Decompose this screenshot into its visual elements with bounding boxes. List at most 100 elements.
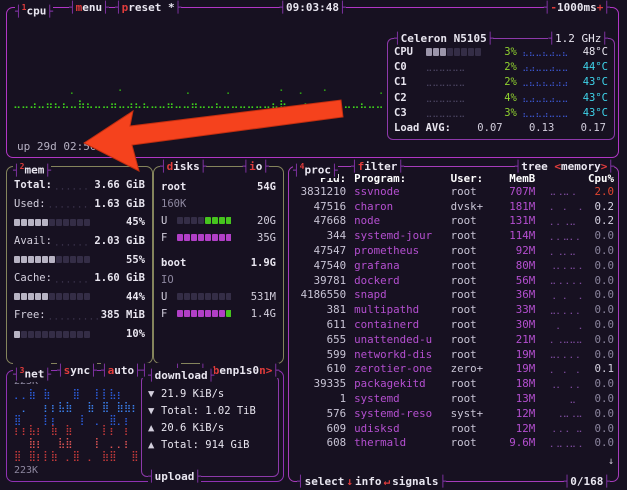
- process-row[interactable]: 344systemd-jour⡀⡀⡀⡀⡀⡀⡀⡀⡀⡀⡀⡀⡀⡀⡀⡀⡀⡀⡀⡀⡀⡀⡀⡀⡀…: [293, 228, 614, 243]
- cpu-graph-line-dense: ⣀⣀⣠⣀⣤⣄⣄⣀⣦⣄⣀⣀⣤⣀⣠⣄⣄⣀⣀⣤⣀⣀⣤⣀⣀⣄⣀⣀⣀⣀⣀⣀⣄⣦⣀⣀⣄⣤⣀⣀…: [13, 96, 385, 109]
- core-name: C3: [394, 106, 407, 119]
- footer-info-action[interactable]: info: [355, 475, 382, 488]
- meter-segment: [191, 234, 197, 241]
- footer-signals-action[interactable]: signals: [392, 475, 438, 488]
- mem-stat-percent: 44%: [126, 290, 145, 303]
- process-row[interactable]: 611containerd⡀⡀⡀⡀⡀⡀⡀⡀⡀⡀⡀⡀⡀⡀⡀⡀⡀⡀⡀⡀⡀⡀⡀⡀⡀⡀r…: [293, 317, 614, 332]
- selection-count: 0/168: [563, 474, 610, 489]
- process-memory: 707M: [509, 184, 536, 198]
- meter-segment: [56, 256, 62, 264]
- process-memory: 33M: [515, 303, 536, 317]
- process-row[interactable]: 47668node⡀⡀⡀⡀⡀⡀⡀⡀⡀⡀⡀⡀⡀⡀⡀⡀⡀⡀⡀⡀⡀⡀⡀⡀⡀⡀root1…: [293, 214, 614, 229]
- tree-toggle[interactable]: tree: [521, 160, 548, 173]
- dotted-leader: ⡀⡀⡀⡀⡀⡀⡀⡀⡀⡀⡀⡀⡀⡀⡀⡀⡀⡀⡀⡀⡀⡀: [48, 310, 98, 320]
- process-row[interactable]: 576systemd-reso⡀⡀⡀⡀⡀⡀⡀⡀⡀⡀⡀⡀⡀⡀⡀⡀⡀⡀⡀⡀⡀⡀⡀⡀⡀…: [293, 406, 614, 421]
- meter-segment: [205, 310, 211, 317]
- meter-segment: [432, 47, 439, 56]
- filter-button[interactable]: filter: [351, 159, 404, 174]
- header-user[interactable]: User:: [451, 172, 494, 185]
- process-name: snapd: [354, 288, 387, 302]
- disk-name: boot: [161, 256, 187, 269]
- process-name: systemd-jour: [354, 229, 433, 243]
- meter-segment: [77, 218, 83, 226]
- mem-meter-row: 44%: [14, 288, 145, 307]
- net-auto-toggle[interactable]: auto: [101, 363, 141, 378]
- footer-select-action[interactable]: select: [305, 475, 345, 488]
- interval-increase-button[interactable]: +: [597, 1, 604, 14]
- process-user: root: [450, 318, 477, 332]
- interval-decrease-button[interactable]: -: [550, 1, 557, 14]
- process-row[interactable]: 609udisksd⡀⡀⡀⡀⡀⡀⡀⡀⡀⡀⡀⡀⡀⡀⡀⡀⡀⡀⡀⡀⡀⡀⡀⡀⡀⡀root…: [293, 421, 614, 436]
- process-pid: 39335: [313, 377, 347, 391]
- disk-free-value: 1.4G: [250, 307, 276, 320]
- meter-segment: [226, 310, 231, 317]
- process-row[interactable]: 4186550snapd⡀⡀⡀⡀⡀⡀⡀⡀⡀⡀⡀⡀⡀⡀⡀⡀⡀⡀⡀⡀⡀⡀⡀⡀⡀⡀ro…: [293, 288, 614, 303]
- memory-box: 2mem Total:⡀⡀⡀⡀⡀⡀⡀⡀⡀⡀⡀⡀⡀⡀⡀⡀⡀⡀⡀⡀⡀⡀3.66 Gi…: [6, 159, 153, 364]
- process-pid: 611: [326, 318, 347, 332]
- cpu-core-row: C2 ⣀⣀⣀⣀⣀⣀ 4% ⣄⣠⣀⣄⣠⣀⣀ 43°C: [394, 90, 608, 105]
- memory-box-title[interactable]: 2mem: [13, 159, 51, 178]
- process-pid: 47547: [313, 244, 347, 258]
- process-row[interactable]: 39781dockerd⡀⡀⡀⡀⡀⡀⡀⡀⡀⡀⡀⡀⡀⡀⡀⡀⡀⡀⡀⡀⡀⡀⡀⡀⡀⡀ro…: [293, 273, 614, 288]
- process-cpu-percent: 0.0: [594, 229, 615, 243]
- iface-next-button[interactable]: n>: [259, 364, 272, 377]
- meter-segment: [184, 293, 190, 300]
- network-box-title[interactable]: 3net: [13, 363, 51, 382]
- cpu-core-row: C0 ⣀⣀⣀⣀⣀⣀ 2% ⣠⣠⣀⣀⣠⣀⣀ 44°C: [394, 59, 608, 74]
- meter-segment: [191, 293, 197, 300]
- core-usage-meter: ⣀⣀⣀⣀⣀⣀: [425, 77, 466, 88]
- process-list: 3831210ssvnode⡀⡀⡀⡀⡀⡀⡀⡀⡀⡀⡀⡀⡀⡀⡀⡀⡀⡀⡀⡀⡀⡀⡀⡀⡀⡀…: [289, 182, 618, 450]
- preset-button[interactable]: preset *: [115, 0, 182, 15]
- meter-segment: [77, 256, 83, 264]
- meter-segment: [42, 330, 48, 338]
- disk-name-row: boot 1.9G: [161, 254, 276, 271]
- sort-next-button[interactable]: >: [601, 160, 608, 173]
- sort-prev-button[interactable]: <: [554, 160, 561, 173]
- menu-button[interactable]: menu: [69, 0, 109, 15]
- process-row[interactable]: 47547prometheus⡀⡀⡀⡀⡀⡀⡀⡀⡀⡀⡀⡀⡀⡀⡀⡀⡀⡀⡀⡀⡀⡀⡀⡀⡀…: [293, 243, 614, 258]
- cpu-box-title[interactable]: 1cpu: [15, 0, 53, 19]
- meter-segment: [177, 310, 183, 317]
- disks-io-mode-toggle[interactable]: io: [242, 159, 269, 174]
- process-box-title[interactable]: 4proc: [293, 159, 338, 178]
- core-usage-meter: ⣀⣀⣀⣀⣀⣀: [425, 107, 466, 118]
- meter-segment: [219, 217, 225, 224]
- load-average-15m: 0.17: [580, 122, 606, 135]
- process-row[interactable]: 655unattended-u⡀⡀⡀⡀⡀⡀⡀⡀⡀⡀⡀⡀⡀⡀⡀⡀⡀⡀⡀⡀⡀⡀⡀⡀⡀…: [293, 332, 614, 347]
- load-average-5m: 0.13: [528, 122, 555, 135]
- process-row[interactable]: 47516charon⡀⡀⡀⡀⡀⡀⡀⡀⡀⡀⡀⡀⡀⡀⡀⡀⡀⡀⡀⡀⡀⡀⡀⡀⡀⡀dvs…: [293, 199, 614, 214]
- process-row[interactable]: 3831210ssvnode⡀⡀⡀⡀⡀⡀⡀⡀⡀⡀⡀⡀⡀⡀⡀⡀⡀⡀⡀⡀⡀⡀⡀⡀⡀⡀…: [293, 184, 614, 199]
- upload-graph-line: ⡆⡆⣧⡆⠀⣷⠀⣷⠀⠀⠀⠀⡇⡆⠀⡆⠀⠀⡇⣿: [14, 425, 138, 436]
- down-arrow-icon: ▼: [148, 387, 155, 400]
- process-cpu-percent: 0.2: [594, 214, 615, 228]
- process-cpu-graph: ⡀⠀⡀⠀⡀: [549, 363, 583, 374]
- mem-usage-meter: [14, 218, 109, 226]
- process-cpu-graph: ⡀⢀⡀⣀⠀: [549, 245, 583, 256]
- meter-segment: [14, 330, 20, 338]
- process-cpu-graph: ⢀⠀⡀⠀⢀: [549, 289, 583, 300]
- meter-segment: [28, 218, 34, 226]
- upload-total-row: ▲ Total: 914 GiB: [148, 436, 272, 453]
- meter-segment: [474, 47, 481, 56]
- net-sync-toggle[interactable]: sync: [57, 363, 97, 378]
- disk-io-activity: IO: [161, 273, 174, 286]
- meter-segment: [198, 310, 204, 317]
- scroll-down-icon[interactable]: ↓: [608, 456, 614, 467]
- process-row[interactable]: 599networkd-dis⡀⡀⡀⡀⡀⡀⡀⡀⡀⡀⡀⡀⡀⡀⡀⡀⡀⡀⡀⡀⡀⡀⡀⡀⡀…: [293, 347, 614, 362]
- sort-column-label: memory: [561, 160, 601, 173]
- meter-segment: [77, 293, 83, 301]
- process-row[interactable]: 608thermald⡀⡀⡀⡀⡀⡀⡀⡀⡀⡀⡀⡀⡀⡀⡀⡀⡀⡀⡀⡀⡀⡀⡀⡀⡀⡀roo…: [293, 436, 614, 451]
- process-row[interactable]: 610zerotier-one⡀⡀⡀⡀⡀⡀⡀⡀⡀⡀⡀⡀⡀⡀⡀⡀⡀⡀⡀⡀⡀⡀⡀⡀⡀…: [293, 362, 614, 377]
- net-scale-bottom: 223K: [14, 465, 39, 476]
- process-row[interactable]: 39335packagekitd⡀⡀⡀⡀⡀⡀⡀⡀⡀⡀⡀⡀⡀⡀⡀⡀⡀⡀⡀⡀⡀⡀⡀⡀…: [293, 376, 614, 391]
- process-row[interactable]: 1systemd⡀⡀⡀⡀⡀⡀⡀⡀⡀⡀⡀⡀⡀⡀⡀⡀⡀⡀⡀⡀⡀⡀⡀⡀⡀⡀root13…: [293, 391, 614, 406]
- process-row[interactable]: 47540grafana⡀⡀⡀⡀⡀⡀⡀⡀⡀⡀⡀⡀⡀⡀⡀⡀⡀⡀⡀⡀⡀⡀⡀⡀⡀⡀ro…: [293, 258, 614, 273]
- process-row[interactable]: 381multipathd⡀⡀⡀⡀⡀⡀⡀⡀⡀⡀⡀⡀⡀⡀⡀⡀⡀⡀⡀⡀⡀⡀⡀⡀⡀⡀r…: [293, 302, 614, 317]
- disks-box-title[interactable]: disks: [160, 159, 207, 174]
- core-temperature: 43°C: [582, 76, 608, 89]
- disk-name: root: [161, 180, 187, 193]
- process-memory: 30M: [515, 318, 536, 332]
- cpu-box: 1cpu menu preset * 09:03:48 -1000ms+ ⠀⠀⠀…: [6, 0, 619, 158]
- download-total: Total: 1.02 TiB: [161, 404, 256, 417]
- cpu-graph-line-sparse: ⠀⠀⠀⠀⠀⠀⠀⡀⠀⠀⠀⠀⠀⠄⠀⠀⠀⠀⠀⠀⠀⢀⠀⠀⠀⠀⢀⠀⠀⠀⠀⠀⠀⠄⠀⢀⠀⠀⠠⠀…: [13, 82, 385, 95]
